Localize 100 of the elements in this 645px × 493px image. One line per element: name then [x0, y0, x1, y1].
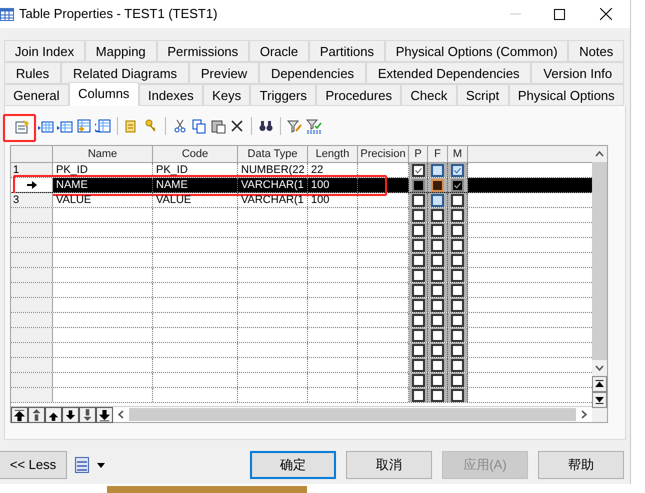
dialog-button[interactable]: 取消 [346, 451, 432, 479]
column-header[interactable]: Length [308, 146, 358, 162]
checkbox[interactable] [451, 358, 464, 372]
tab[interactable]: Keys [202, 84, 250, 106]
checkbox[interactable] [431, 314, 444, 326]
dialog-button[interactable]: << Less [0, 451, 67, 479]
checkbox[interactable] [431, 374, 444, 386]
checkbox[interactable] [412, 374, 424, 386]
tab[interactable]: Oracle [249, 40, 309, 62]
tab[interactable]: Version Info [531, 62, 624, 84]
tab[interactable]: Dependencies [259, 62, 366, 84]
checkbox[interactable] [451, 314, 464, 326]
column-header[interactable]: F [428, 146, 448, 162]
move-up-icon[interactable] [45, 406, 62, 422]
tab[interactable]: Join Index [4, 40, 85, 62]
checkbox[interactable] [451, 388, 464, 402]
copy-icon[interactable] [191, 118, 207, 134]
checkbox[interactable] [451, 238, 464, 252]
dialog-button[interactable]: 确定 [250, 451, 336, 479]
move-first-button[interactable] [592, 376, 607, 392]
checkbox[interactable] [451, 224, 464, 236]
layout-icon[interactable] [75, 457, 89, 473]
checkbox[interactable] [412, 194, 424, 206]
delete-icon[interactable] [229, 118, 245, 134]
move-last-button[interactable] [592, 392, 607, 408]
checkbox[interactable] [451, 194, 464, 206]
properties-icon[interactable] [14, 118, 30, 134]
checkbox[interactable] [451, 164, 464, 176]
move-to-top-icon[interactable] [11, 406, 28, 422]
checkbox[interactable] [451, 254, 464, 266]
checkbox[interactable] [431, 254, 444, 266]
checkbox[interactable] [412, 388, 424, 402]
checkbox[interactable] [412, 268, 424, 282]
checkbox[interactable] [412, 208, 424, 222]
checkbox[interactable] [451, 374, 464, 386]
checkbox[interactable] [412, 298, 424, 312]
row-header[interactable]: 3 [11, 193, 53, 207]
checkbox[interactable] [412, 254, 424, 266]
checkbox[interactable] [431, 358, 444, 372]
tab[interactable]: Physical Options [508, 84, 624, 106]
checkbox[interactable] [451, 284, 464, 296]
checkbox[interactable] [412, 178, 424, 192]
vertical-scrollbar[interactable] [592, 162, 607, 360]
tab[interactable]: Procedures [316, 84, 402, 106]
column-header[interactable]: Data Type [238, 146, 308, 162]
column-header[interactable]: M [448, 146, 468, 162]
checkbox[interactable] [431, 284, 444, 296]
tab[interactable]: Columns [68, 82, 139, 106]
close-icon[interactable] [600, 8, 612, 20]
checkbox[interactable] [451, 178, 464, 192]
tab[interactable]: Mapping [84, 40, 157, 62]
checkbox[interactable] [431, 224, 444, 236]
tab[interactable]: Related Diagrams [61, 62, 189, 84]
reuse-columns-icon[interactable] [95, 118, 111, 134]
checkbox[interactable] [431, 164, 444, 176]
filter-check-icon[interactable] [306, 118, 322, 134]
checkbox[interactable] [431, 238, 444, 252]
checkbox[interactable] [412, 284, 424, 296]
checkbox[interactable] [431, 194, 444, 206]
checkbox[interactable] [431, 178, 444, 192]
filter-edit-icon[interactable] [287, 118, 303, 134]
tab[interactable]: General [4, 84, 69, 106]
checkbox[interactable] [431, 344, 444, 356]
dropdown-caret-icon[interactable] [97, 462, 105, 468]
tab[interactable]: Script [456, 84, 509, 106]
column-header[interactable]: Code [153, 146, 238, 162]
tab[interactable]: Preview [188, 62, 260, 84]
tab[interactable]: Rules [4, 62, 62, 84]
horizontal-scrollbar[interactable] [129, 408, 576, 421]
tab[interactable]: Permissions [156, 40, 249, 62]
checkbox[interactable] [431, 328, 444, 342]
checkbox[interactable] [451, 208, 464, 222]
checkbox[interactable] [431, 298, 444, 312]
checkbox[interactable] [451, 344, 464, 356]
cut-icon[interactable] [172, 118, 188, 134]
column-header[interactable]: Name [53, 146, 153, 162]
page-down-icon[interactable] [79, 406, 96, 422]
add-columns-icon[interactable] [76, 118, 92, 134]
tab[interactable]: Notes [568, 40, 624, 62]
dialog-button[interactable]: 帮助 [538, 451, 624, 479]
move-to-bottom-icon[interactable] [96, 406, 113, 422]
tab[interactable]: Partitions [308, 40, 385, 62]
checkbox[interactable] [412, 358, 424, 372]
checkbox[interactable] [412, 344, 424, 356]
checkbox[interactable] [412, 314, 424, 326]
tab[interactable]: Physical Options (Common) [384, 40, 568, 62]
page-up-icon[interactable] [28, 406, 45, 422]
checkbox[interactable] [451, 328, 464, 342]
column-header[interactable]: P [409, 146, 428, 162]
checkbox[interactable] [431, 388, 444, 402]
checkbox[interactable] [431, 268, 444, 282]
checkbox[interactable] [412, 224, 424, 236]
checkbox[interactable] [412, 164, 424, 176]
tab[interactable]: Indexes [138, 84, 203, 106]
paste-icon[interactable] [210, 118, 226, 134]
tab[interactable]: Extended Dependencies [366, 62, 532, 84]
move-down-icon[interactable] [62, 406, 79, 422]
checkbox[interactable] [412, 238, 424, 252]
tab[interactable]: Check [401, 84, 457, 106]
tab[interactable]: Triggers [250, 84, 316, 106]
